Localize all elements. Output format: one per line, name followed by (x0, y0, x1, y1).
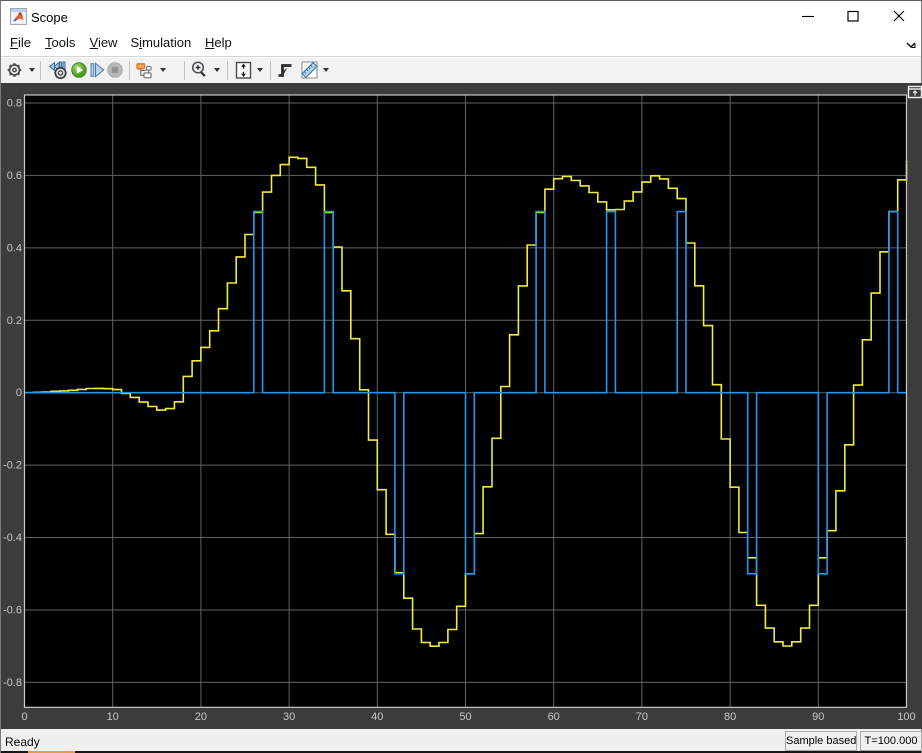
svg-text:80: 80 (724, 711, 736, 723)
svg-text:-0.6: -0.6 (3, 605, 22, 617)
svg-text:0: 0 (21, 711, 27, 723)
svg-text:70: 70 (636, 711, 648, 723)
svg-text:30: 30 (283, 711, 295, 723)
svg-text:100: 100 (897, 711, 915, 723)
svg-text:60: 60 (548, 711, 560, 723)
svg-text:0.2: 0.2 (7, 315, 22, 327)
svg-text:90: 90 (812, 711, 824, 723)
svg-text:0: 0 (16, 387, 22, 399)
svg-text:-0.8: -0.8 (3, 677, 22, 689)
svg-text:-0.2: -0.2 (3, 460, 22, 472)
svg-text:0.8: 0.8 (7, 98, 22, 110)
svg-text:40: 40 (371, 711, 383, 723)
svg-text:-0.4: -0.4 (3, 532, 22, 544)
svg-text:50: 50 (459, 711, 471, 723)
svg-text:0.6: 0.6 (7, 170, 22, 182)
svg-text:0.4: 0.4 (7, 242, 22, 254)
svg-text:10: 10 (107, 711, 119, 723)
svg-text:20: 20 (195, 711, 207, 723)
